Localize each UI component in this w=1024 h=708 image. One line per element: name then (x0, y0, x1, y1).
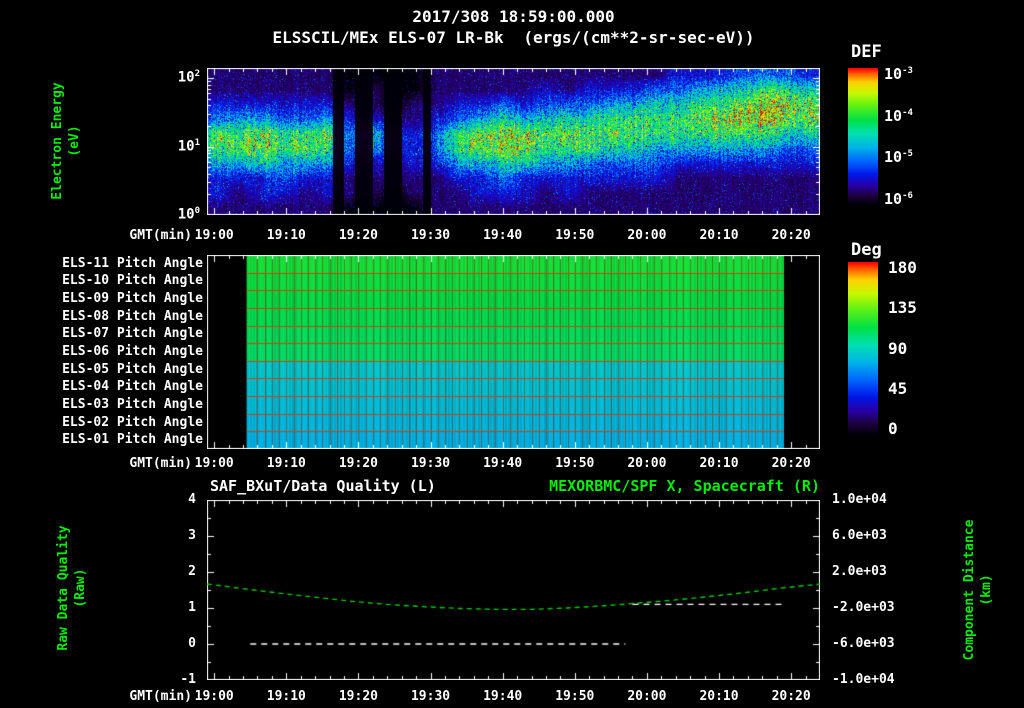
energy-tick-label-0: 102 (177, 69, 200, 86)
x-tick-label-2-3: 19:30 (410, 689, 451, 704)
def-colorbar-tick-1: 10-4 (884, 106, 913, 125)
pitch-row-label-7: ELS-04 Pitch Angle (62, 379, 203, 395)
deg-colorbar-tick-0: 180 (888, 258, 917, 277)
x-tick-label-0-2: 19:20 (338, 228, 378, 243)
def-colorbar-tick-2: 10-5 (884, 148, 913, 167)
x-tick-label-2-6: 20:00 (627, 689, 667, 704)
deg-colorbar-tick-2: 90 (888, 338, 908, 358)
electron-energy-spectrogram-canvas (207, 68, 820, 215)
x-tick-label-0-5: 19:50 (555, 228, 595, 243)
x-tick-label-2-2: 19:20 (338, 689, 378, 704)
energy-tick-label-2: 100 (177, 206, 200, 223)
pitch-row-label-10: ELS-01 Pitch Angle (62, 432, 203, 448)
electron-energy-axis-label: Electron Energy (eV) (50, 82, 82, 200)
line-panel-title-left: SAF_BXuT/Data Quality (L) (210, 477, 436, 495)
sddas-plot-window: 2017/308 18:59:00.000 ELSSCIL/MEx ELS-07… (0, 0, 1024, 708)
x-tick-label-1-2: 19:20 (338, 456, 378, 471)
def-colorbar-tick-3: 10-6 (884, 190, 913, 208)
gmt-axis-label-2: GMT(min) (129, 689, 192, 704)
quality-tick-label-5: -1 (180, 672, 196, 687)
pitch-row-label-4: ELS-07 Pitch Angle (62, 326, 203, 342)
x-tick-label-0-8: 20:20 (771, 228, 811, 243)
x-tick-label-1-0: 19:00 (194, 456, 234, 471)
distance-tick-label-4: -6.0e+03 (832, 636, 895, 651)
x-tick-label-1-7: 20:10 (699, 456, 739, 471)
distance-tick-label-5: -1.0e+04 (832, 672, 895, 687)
quality-tick-label-0: 4 (188, 492, 196, 507)
pitch-row-label-1: ELS-10 Pitch Angle (62, 273, 203, 289)
pitch-row-label-8: ELS-03 Pitch Angle (62, 396, 203, 412)
x-tick-label-2-1: 19:10 (266, 689, 306, 704)
x-tick-label-0-1: 19:10 (266, 228, 306, 243)
x-tick-label-0-6: 20:00 (627, 228, 667, 243)
def-colorbar (848, 68, 878, 205)
units-label: (ergs/(cm**2-sr-sec-eV)) (523, 28, 755, 47)
x-tick-label-2-5: 19:50 (555, 689, 595, 704)
distance-tick-label-2: 2.0e+03 (832, 564, 887, 579)
timestamp: 2017/308 18:59:00.000 (412, 7, 615, 26)
pitch-angle-panel-canvas (207, 255, 820, 449)
pitch-row-label-2: ELS-09 Pitch Angle (62, 291, 203, 307)
pitch-row-label-6: ELS-05 Pitch Angle (62, 361, 203, 377)
x-tick-label-2-8: 20:20 (771, 689, 811, 704)
x-tick-label-0-4: 19:40 (483, 228, 523, 243)
x-tick-label-1-3: 19:30 (410, 456, 451, 471)
colorbar-deg-title: Deg (851, 240, 882, 260)
quality-tick-label-2: 2 (188, 564, 196, 579)
pitch-row-label-5: ELS-06 Pitch Angle (62, 344, 203, 359)
quality-tick-label-3: 1 (188, 600, 196, 615)
pitch-row-label-0: ELS-11 Pitch Angle (62, 255, 203, 271)
x-tick-label-1-8: 20:20 (771, 456, 811, 471)
gmt-axis-label-0: GMT(min) (129, 228, 192, 243)
gmt-axis-label-1: GMT(min) (129, 456, 192, 471)
raw-data-quality-axis-label: Raw Data Quality (Raw) (56, 525, 88, 651)
deg-colorbar (848, 262, 878, 435)
quality-distance-panel-canvas (207, 500, 820, 680)
x-tick-label-0-0: 19:00 (194, 228, 234, 243)
pitch-row-label-3: ELS-08 Pitch Angle (62, 308, 203, 324)
def-colorbar-tick-0: 10-3 (884, 65, 913, 83)
deg-colorbar-tick-3: 45 (888, 378, 908, 398)
x-tick-label-1-6: 20:00 (627, 456, 667, 471)
pitch-row-label-9: ELS-02 Pitch Angle (62, 414, 203, 430)
plot-title-line: ELSSCIL/MEx ELS-07 LR-Bk (ergs/(cm**2-sr… (157, 28, 870, 47)
x-tick-label-0-3: 19:30 (410, 228, 451, 243)
x-tick-label-2-7: 20:10 (699, 689, 739, 704)
distance-tick-label-1: 6.0e+03 (832, 528, 887, 543)
quality-tick-label-4: 0 (188, 636, 196, 651)
deg-colorbar-tick-4: 0 (888, 419, 898, 438)
x-tick-label-1-5: 19:50 (555, 456, 595, 471)
energy-tick-label-1: 101 (177, 137, 200, 155)
distance-tick-label-0: 1.0e+04 (832, 492, 887, 507)
x-tick-label-0-7: 20:10 (699, 228, 739, 243)
colorbar-def-title: DEF (851, 42, 882, 62)
x-tick-label-2-4: 19:40 (483, 689, 523, 704)
component-distance-axis-label: Component Distance (km) (962, 519, 994, 661)
deg-colorbar-tick-1: 135 (888, 298, 917, 318)
line-panel-title-right: MEXORBMC/SPF X, Spacecraft (R) (549, 477, 820, 495)
instrument-title: ELSSCIL/MEx ELS-07 LR-Bk (272, 28, 504, 47)
x-tick-label-2-0: 19:00 (194, 689, 234, 704)
distance-tick-label-3: -2.0e+03 (832, 600, 895, 615)
x-tick-label-1-1: 19:10 (266, 456, 306, 471)
quality-tick-label-1: 3 (188, 528, 196, 543)
x-tick-label-1-4: 19:40 (483, 456, 523, 471)
